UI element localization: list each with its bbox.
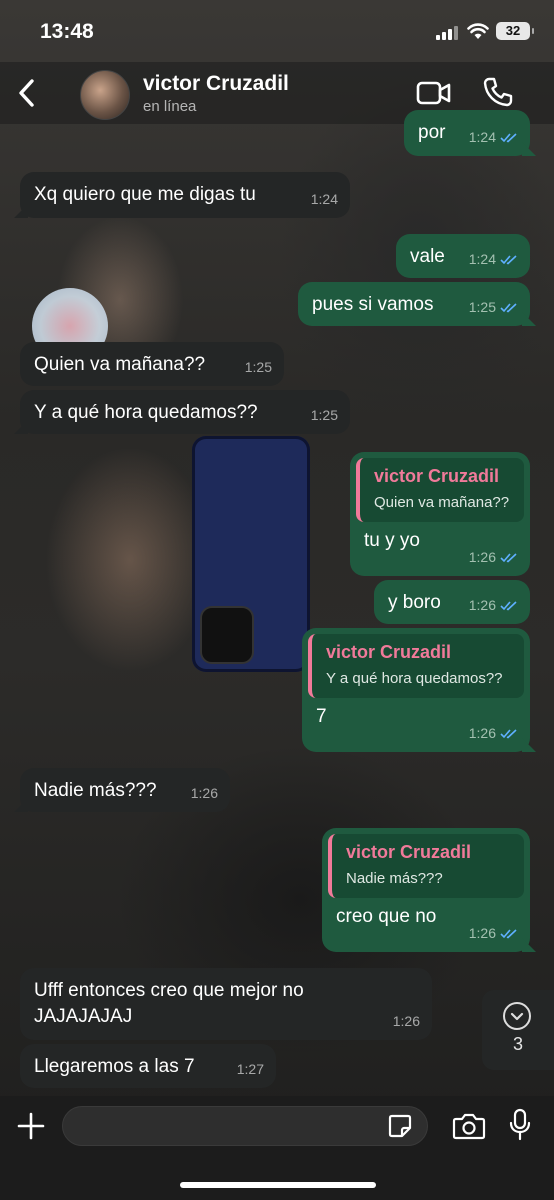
message-time: 1:25 xyxy=(310,407,338,423)
message-time: 1:26 xyxy=(468,597,496,613)
contact-avatar[interactable] xyxy=(80,70,130,120)
chevron-down-icon xyxy=(503,1002,531,1030)
quoted-message[interactable]: victor Cruzadil Nadie más??? xyxy=(328,834,524,898)
double-check-icon xyxy=(500,302,517,312)
message-meta: 1:24 xyxy=(311,186,338,212)
message-outgoing[interactable]: pues si vamos 1:25 xyxy=(298,282,530,326)
message-time: 1:24 xyxy=(310,191,338,207)
double-check-icon xyxy=(500,254,517,264)
message-outgoing[interactable]: por 1:24 xyxy=(404,110,530,156)
message-text: Xq quiero que me digas tu xyxy=(34,184,256,205)
message-text: Ufff entonces creo que mejor no xyxy=(34,980,304,1001)
message-composer xyxy=(0,1096,554,1200)
message-incoming[interactable]: Xq quiero que me digas tu 1:24 xyxy=(20,172,350,218)
message-text: Y a qué hora quedamos?? xyxy=(34,402,258,423)
message-incoming[interactable]: Y a qué hora quedamos?? 1:25 xyxy=(20,390,350,434)
message-meta: 1:26 xyxy=(469,592,518,618)
message-meta: 1:26 xyxy=(191,780,218,806)
quoted-text: Quien va mañana?? xyxy=(374,494,510,511)
scroll-to-bottom-button[interactable]: 3 xyxy=(482,990,554,1070)
message-outgoing[interactable]: vale 1:24 xyxy=(396,234,530,278)
message-outgoing-reply[interactable]: victor Cruzadil Quien va mañana?? tu y y… xyxy=(350,452,530,576)
voice-call-button[interactable] xyxy=(482,76,514,108)
signal-icon xyxy=(436,26,458,40)
message-meta: 1:26 xyxy=(469,720,518,746)
quoted-author: victor Cruzadil xyxy=(374,466,500,486)
message-text: y boro xyxy=(388,592,441,613)
message-meta: 1:24 xyxy=(469,124,518,150)
message-time: 1:26 xyxy=(468,925,496,941)
double-check-icon xyxy=(500,132,517,142)
attach-plus-button[interactable] xyxy=(16,1111,46,1141)
message-text: vale xyxy=(410,246,445,267)
message-incoming[interactable]: Ufff entonces creo que mejor no JAJAJAJA… xyxy=(20,968,432,1040)
quoted-message[interactable]: victor Cruzadil Y a qué hora quedamos?? xyxy=(308,634,524,698)
message-text: pues si vamos xyxy=(312,294,434,315)
double-check-icon xyxy=(500,728,517,738)
battery-indicator: 32 xyxy=(496,22,534,40)
message-meta: 1:26 xyxy=(393,1008,420,1034)
quoted-author: victor Cruzadil xyxy=(346,842,472,862)
message-time: 1:25 xyxy=(468,299,496,315)
message-outgoing[interactable]: y boro 1:26 xyxy=(374,580,530,624)
message-time: 1:26 xyxy=(190,785,218,801)
double-check-icon xyxy=(500,552,517,562)
message-time: 1:27 xyxy=(236,1061,264,1077)
back-button[interactable] xyxy=(14,76,40,110)
message-text: Quien va mañana?? xyxy=(34,354,206,375)
microphone-button[interactable] xyxy=(508,1108,532,1142)
message-text-line2: JAJAJAJAJ xyxy=(34,1006,133,1027)
message-meta: 1:26 xyxy=(469,544,518,570)
message-incoming[interactable]: Quien va mañana?? 1:25 xyxy=(20,342,284,386)
status-time: 13:48 xyxy=(40,20,94,43)
message-time: 1:26 xyxy=(392,1013,420,1029)
message-time: 1:24 xyxy=(468,251,496,267)
status-bar: 13:48 32 xyxy=(0,0,554,62)
message-meta: 1:25 xyxy=(245,354,272,380)
message-outgoing-reply[interactable]: victor Cruzadil Nadie más??? creo que no… xyxy=(322,828,530,952)
quoted-message[interactable]: victor Cruzadil Quien va mañana?? xyxy=(356,458,524,522)
message-time: 1:25 xyxy=(244,359,272,375)
message-text: por xyxy=(418,122,446,143)
double-check-icon xyxy=(500,928,517,938)
quoted-text: Y a qué hora quedamos?? xyxy=(326,670,503,687)
message-time: 1:26 xyxy=(468,549,496,565)
message-text: Llegaremos a las 7 xyxy=(34,1056,195,1077)
home-indicator xyxy=(180,1182,376,1188)
quoted-text: Nadie más??? xyxy=(346,870,443,887)
double-check-icon xyxy=(500,600,517,610)
message-input[interactable] xyxy=(62,1106,428,1146)
message-text: Nadie más??? xyxy=(34,780,157,801)
message-time: 1:26 xyxy=(468,725,496,741)
contact-status: en línea xyxy=(143,98,197,115)
message-meta: 1:25 xyxy=(469,294,518,320)
sticker-button[interactable] xyxy=(387,1113,413,1139)
message-outgoing-reply[interactable]: victor Cruzadil Y a qué hora quedamos?? … xyxy=(302,628,530,752)
message-time: 1:24 xyxy=(468,129,496,145)
message-meta: 1:26 xyxy=(469,920,518,946)
message-incoming[interactable]: Nadie más??? 1:26 xyxy=(20,768,230,812)
unread-count: 3 xyxy=(512,1034,523,1054)
wallpaper-phone-camera xyxy=(200,606,254,664)
video-call-button[interactable] xyxy=(416,78,452,108)
message-incoming[interactable]: Llegaremos a las 7 1:27 xyxy=(20,1044,276,1088)
quoted-author: victor Cruzadil xyxy=(326,642,452,662)
contact-name[interactable]: victor Cruzadil xyxy=(143,72,289,96)
camera-button[interactable] xyxy=(452,1112,486,1140)
wifi-icon xyxy=(467,23,489,39)
wallpaper-phone xyxy=(192,436,310,672)
message-meta: 1:25 xyxy=(311,402,338,428)
message-meta: 1:27 xyxy=(237,1056,264,1082)
message-meta: 1:24 xyxy=(469,246,518,272)
